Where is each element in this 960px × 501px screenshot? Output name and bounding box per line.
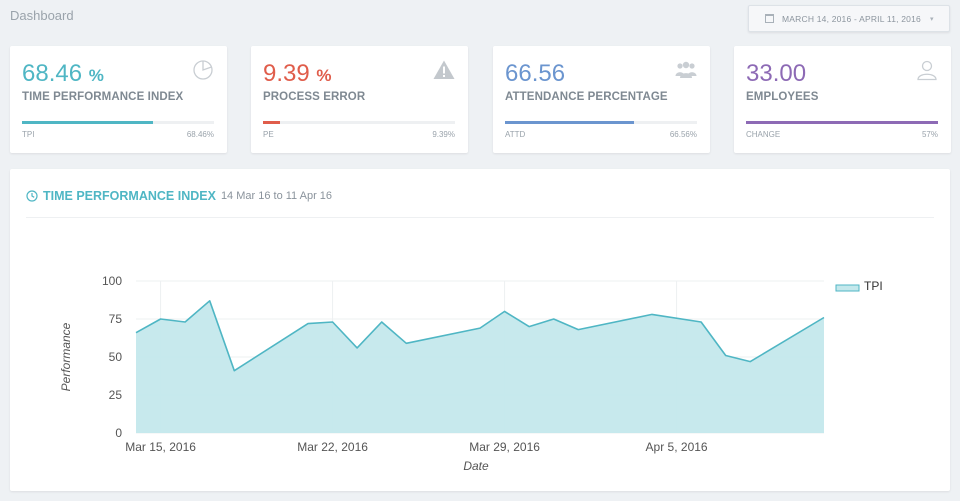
date-range-picker[interactable]: MARCH 14, 2016 - APRIL 11, 2016 ▾ — [748, 5, 950, 32]
kpi-foot-value: 68.46% — [186, 130, 214, 139]
kpi-card-tpi: 68.46 % TIME PERFORMANCE INDEX TPI 68.46… — [10, 46, 227, 153]
kpi-progress-bar — [22, 121, 214, 124]
y-tick-label: 100 — [102, 274, 122, 288]
kpi-foot-value: 66.56% — [669, 130, 697, 139]
y-tick-label: 75 — [109, 312, 123, 326]
y-axis-title: Performance — [59, 322, 73, 391]
kpi-card-employees: 33.00 EMPLOYEES CHANGE 57% — [734, 46, 951, 153]
kpi-label: ATTENDANCE PERCENTAGE — [505, 91, 668, 103]
x-tick-label: Mar 15, 2016 — [125, 440, 196, 454]
pie-chart-icon — [193, 60, 213, 80]
y-tick-label: 50 — [109, 350, 123, 364]
tpi-area-chart: 0 25 50 75 100 Mar 15, 2016 Mar 22, 2016 Mar 29… — [59, 274, 883, 473]
kpi-progress-fill — [263, 121, 281, 124]
tpi-chart-panel: TIME PERFORMANCE INDEX 14 Mar 16 to 11 A… — [10, 169, 950, 491]
kpi-progress-fill — [22, 121, 153, 124]
date-range-label: MARCH 14, 2016 - APRIL 11, 2016 — [782, 13, 921, 24]
y-tick-label: 0 — [115, 426, 122, 440]
x-tick-label: Mar 22, 2016 — [297, 440, 368, 454]
warning-icon — [433, 60, 455, 79]
users-icon — [675, 61, 697, 78]
y-tick-label: 25 — [109, 388, 123, 402]
kpi-progress-fill — [505, 121, 634, 124]
kpi-foot-label: CHANGE — [746, 130, 781, 139]
kpi-foot-value: 57% — [921, 130, 938, 139]
caret-down-icon: ▾ — [929, 15, 934, 23]
kpi-value: 33.00 — [746, 60, 807, 87]
x-tick-label: Mar 29, 2016 — [469, 440, 540, 454]
kpi-value: 9.39 % — [263, 60, 332, 87]
legend-label: TPI — [864, 279, 883, 293]
kpi-card-process-error: 9.39 % PROCESS ERROR PE 9.39% — [251, 46, 468, 153]
kpi-label: TIME PERFORMANCE INDEX — [22, 91, 184, 103]
kpi-label: EMPLOYEES — [746, 91, 819, 103]
page-title: Dashboard — [10, 8, 74, 23]
x-tick-label: Apr 5, 2016 — [646, 440, 708, 454]
kpi-value: 68.46 % — [22, 60, 104, 87]
kpi-foot-label: TPI — [22, 130, 35, 139]
kpi-progress-bar — [505, 121, 697, 124]
user-icon — [917, 60, 937, 81]
kpi-value: 66.56 — [505, 60, 566, 87]
kpi-progress-bar — [263, 121, 455, 124]
x-axis-title: Date — [463, 459, 489, 473]
kpi-card-attendance: 66.56 ATTENDANCE PERCENTAGE ATTD 66.56% — [493, 46, 710, 153]
calendar-icon — [765, 14, 774, 23]
kpi-label: PROCESS ERROR — [263, 91, 366, 103]
kpi-progress-bar — [746, 121, 938, 124]
kpi-foot-value: 9.39% — [432, 130, 455, 139]
kpi-foot-label: ATTD — [505, 130, 526, 139]
kpi-foot-label: PE — [263, 130, 274, 139]
kpi-progress-fill — [746, 121, 938, 124]
legend-swatch — [835, 284, 860, 292]
